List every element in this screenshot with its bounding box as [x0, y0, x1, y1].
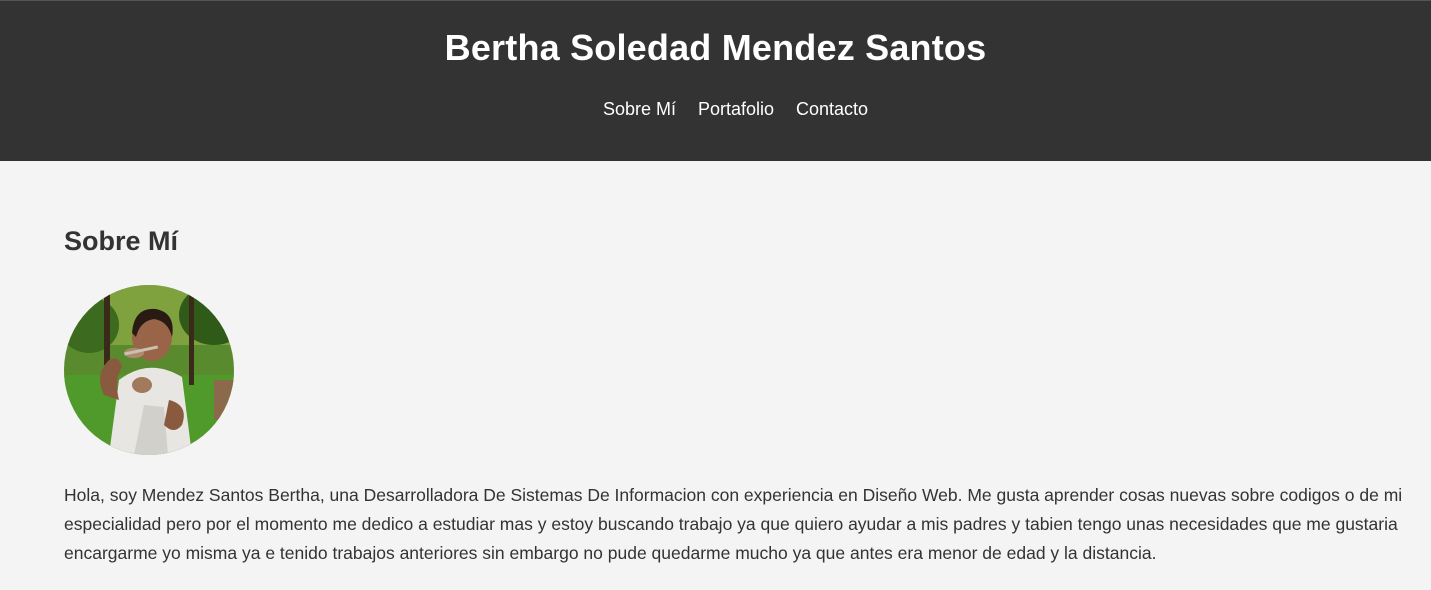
site-header: Bertha Soledad Mendez Santos Sobre Mí Po… [0, 0, 1431, 161]
nav-link-sobre-mi[interactable]: Sobre Mí [603, 98, 676, 120]
nav-link-contacto[interactable]: Contacto [796, 98, 868, 120]
nav-link-portafolio[interactable]: Portafolio [698, 98, 774, 120]
site-title: Bertha Soledad Mendez Santos [444, 27, 987, 68]
section-title-sobre-mi: Sobre Mí [64, 226, 179, 256]
bio-paragraph: Hola, soy Mendez Santos Bertha, una Desa… [64, 485, 1403, 563]
main-nav: Sobre Mí Portafolio Contacto [0, 98, 1431, 120]
main-content: Sobre Mí Hola, soy Mendez Santos Bertha,… [0, 161, 1431, 590]
profile-photo [64, 285, 234, 455]
